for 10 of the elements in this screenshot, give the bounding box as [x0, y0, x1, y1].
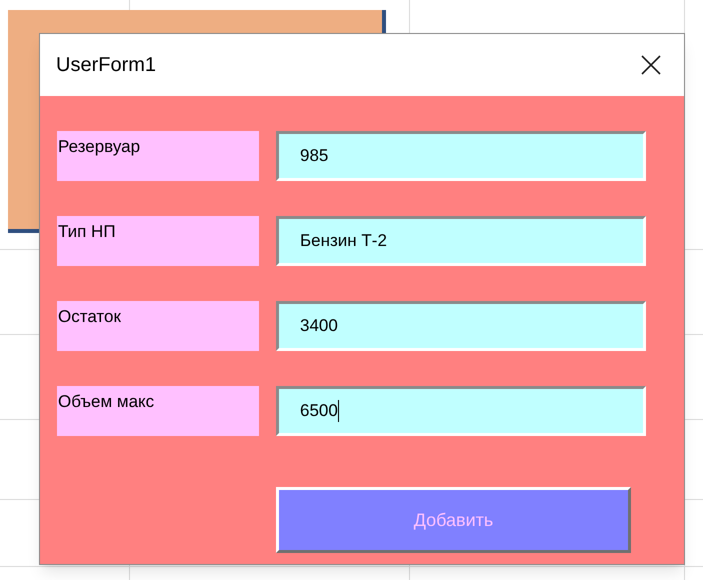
close-icon[interactable]: [640, 54, 662, 76]
field-label: Тип НП: [57, 216, 259, 266]
field-label: Объем макс: [57, 386, 259, 436]
window-title: UserForm1: [56, 53, 156, 78]
input-field[interactable]: 3400: [276, 301, 646, 351]
input-field[interactable]: Бензин Т-2: [276, 216, 646, 266]
field-label: Резервуар: [57, 131, 259, 181]
field-label: Остаток: [57, 301, 259, 351]
input-field[interactable]: 6500: [276, 386, 646, 436]
input-field[interactable]: 985: [276, 131, 646, 181]
